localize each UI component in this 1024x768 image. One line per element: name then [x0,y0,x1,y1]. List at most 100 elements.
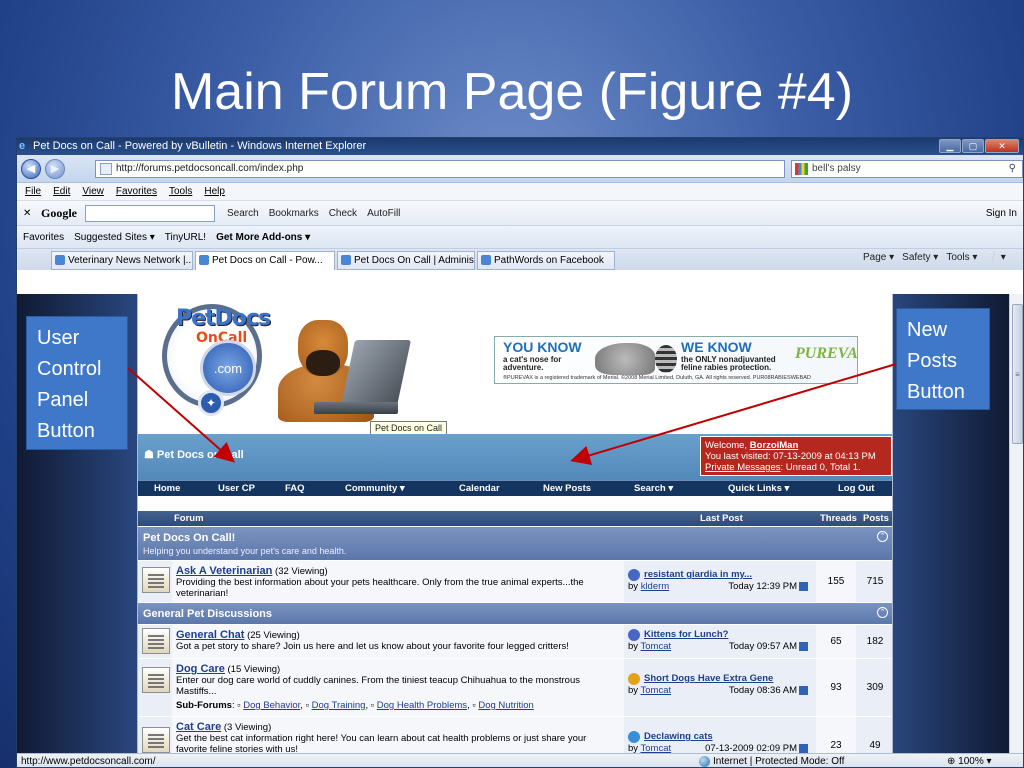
menu-favorites[interactable]: Favorites [116,183,157,200]
favorites-bar: Favorites Suggested Sites ▾ TinyURL! Get… [17,226,1023,249]
username-link[interactable]: BorzoiMan [750,440,799,451]
last-post-time: Today 08:36 AM [728,685,797,696]
vertical-scrollbar[interactable]: ≡ [1009,294,1023,753]
sign-in-button[interactable]: Sign In [986,201,1017,226]
last-post-user[interactable]: klderm [641,581,670,592]
forum-navbar: Home User CP FAQ Community ▾ Calendar Ne… [138,480,892,496]
col-threads: Threads [820,513,857,524]
menu-file[interactable]: File [25,183,41,200]
nav-quick-links[interactable]: Quick Links ▾ [728,481,789,496]
autofill-button[interactable]: AutoFill [367,201,400,226]
address-input[interactable]: http://forums.petdocsoncall.com/index.ph… [95,160,785,178]
check-button[interactable]: Check [329,201,357,226]
go-to-post-icon[interactable] [799,685,808,695]
menu-help[interactable]: Help [204,183,225,200]
forum-row: Ask A Veterinarian (32 Viewing) Providin… [138,560,892,602]
forward-button[interactable]: ▶ [45,159,65,179]
toolbar-close-icon[interactable]: ✕ [23,201,31,226]
tab-admin[interactable]: Pet Docs On Call | Adminis... [337,251,475,270]
by-label: by [628,685,641,696]
go-to-post-icon[interactable] [799,581,808,591]
go-to-post-icon[interactable] [799,743,808,753]
category-title[interactable]: General Pet Discussions [143,608,272,620]
post-count: 309 [856,659,892,716]
table-header: Forum Last Post Threads Posts [138,510,892,526]
search-icon[interactable]: ⚲ [1009,161,1016,177]
slide-title: Main Forum Page (Figure #4) [170,63,854,121]
thumbs-up-icon [628,673,640,685]
last-post-user[interactable]: Tomcat [641,685,672,696]
page-viewport: PetDocs OnCall .com ✦ Pet Docs on Call Y… [17,294,1009,753]
menu-bar: File Edit View Favorites Tools Help [17,183,1023,201]
safety-menu[interactable]: Safety ▾ [902,252,938,263]
last-post-link[interactable]: Kittens for Lunch? [628,629,812,641]
nav-home[interactable]: Home [154,481,180,496]
status-bar: http://www.petdocsoncall.com/ Internet |… [17,753,1023,767]
sub-forum-link[interactable]: Dog Behavior [243,700,300,711]
ad-text-1: a cat's nose for adventure. [503,355,562,372]
tab-pet-docs[interactable]: Pet Docs on Call - Pow... [195,251,335,270]
by-label: by [628,641,641,652]
nav-search[interactable]: Search ▾ [634,481,673,496]
nav-user-cp[interactable]: User CP [218,481,255,496]
forum-row: General Chat (25 Viewing) Got a pet stor… [138,624,892,658]
callout-line: New [907,319,948,341]
category-title[interactable]: Pet Docs On Call! [143,532,235,544]
last-post-link[interactable]: Declawing cats [628,731,812,743]
forum-link[interactable]: Dog Care [176,663,225,675]
sub-forum-link[interactable]: Dog Health Problems [377,700,467,711]
purevax-ad[interactable]: YOU KNOW a cat's nose for adventure. WE … [494,336,858,384]
sub-forum-link[interactable]: Dog Nutrition [478,700,533,711]
favorites-button[interactable]: Favorites [23,226,64,248]
page-menu[interactable]: Page ▾ [863,252,894,263]
scroll-thumb[interactable]: ≡ [1012,304,1023,444]
private-messages-link[interactable]: Private Messages [705,462,781,473]
go-to-post-icon[interactable] [799,641,808,651]
nav-community[interactable]: Community ▾ [345,481,405,496]
menu-tools[interactable]: Tools [169,183,192,200]
collapse-icon[interactable]: ⌃ [877,607,888,618]
cat-image [595,343,655,375]
nav-new-posts[interactable]: New Posts [543,481,591,496]
last-post-user[interactable]: Tomcat [641,743,672,753]
tab-pathwords[interactable]: PathWords on Facebook [477,251,615,270]
nav-calendar[interactable]: Calendar [459,481,500,496]
title-bar: e Pet Docs on Call - Powered by vBulleti… [17,138,1023,155]
search-input[interactable]: bell's palsy ⚲ [791,160,1023,178]
sub-forum-link[interactable]: Dog Training [312,700,366,711]
forum-link[interactable]: Cat Care [176,721,221,733]
forum-link[interactable]: Ask A Veterinarian [176,565,272,577]
nav-faq[interactable]: FAQ [285,481,305,496]
tab-vnn[interactable]: Veterinary News Network |... [51,251,193,270]
zoom-level[interactable]: ⊕ 100% ▾ [947,754,992,767]
thread-count: 23 [816,717,856,753]
post-icon [628,629,640,641]
site-name[interactable]: ☗ Pet Docs on Call [144,448,244,461]
get-addons-link[interactable]: Get More Add-ons ▾ [216,226,310,248]
back-button[interactable]: ◀ [21,159,41,179]
last-visited: You last visited: 07-13-2009 at 04:13 PM [705,451,876,462]
maximize-button[interactable]: ▢ [962,139,984,153]
menu-view[interactable]: View [82,183,104,200]
google-search-button[interactable]: Search [227,201,259,226]
tab-label: Veterinary News Network |... [68,255,193,266]
window-title: Pet Docs on Call - Powered by vBulletin … [33,140,367,152]
close-button[interactable]: ✕ [985,139,1019,153]
google-search-input[interactable] [85,205,215,222]
tools-menu[interactable]: Tools ▾ [946,252,977,263]
bookmarks-button[interactable]: Bookmarks [269,201,319,226]
collapse-icon[interactable]: ⌃ [877,531,888,542]
nav-log-out[interactable]: Log Out [838,481,874,496]
window-controls: ▁ ▢ ✕ [939,139,1019,153]
minimize-button[interactable]: ▁ [939,139,961,153]
last-post-link[interactable]: resistant giardia in my... [628,569,812,581]
google-toolbar: ✕ Google Search Bookmarks Check AutoFill… [17,201,1023,226]
help-menu[interactable]: ❔ ▾ [985,252,1005,263]
ie-icon: e [19,140,26,152]
menu-edit[interactable]: Edit [53,183,70,200]
last-post-user[interactable]: Tomcat [641,641,672,652]
tinyurl-link[interactable]: TinyURL! [165,226,206,248]
suggested-sites-link[interactable]: Suggested Sites ▾ [74,226,155,248]
forum-link[interactable]: General Chat [176,629,244,641]
last-post-link[interactable]: Short Dogs Have Extra Gene [628,673,812,685]
